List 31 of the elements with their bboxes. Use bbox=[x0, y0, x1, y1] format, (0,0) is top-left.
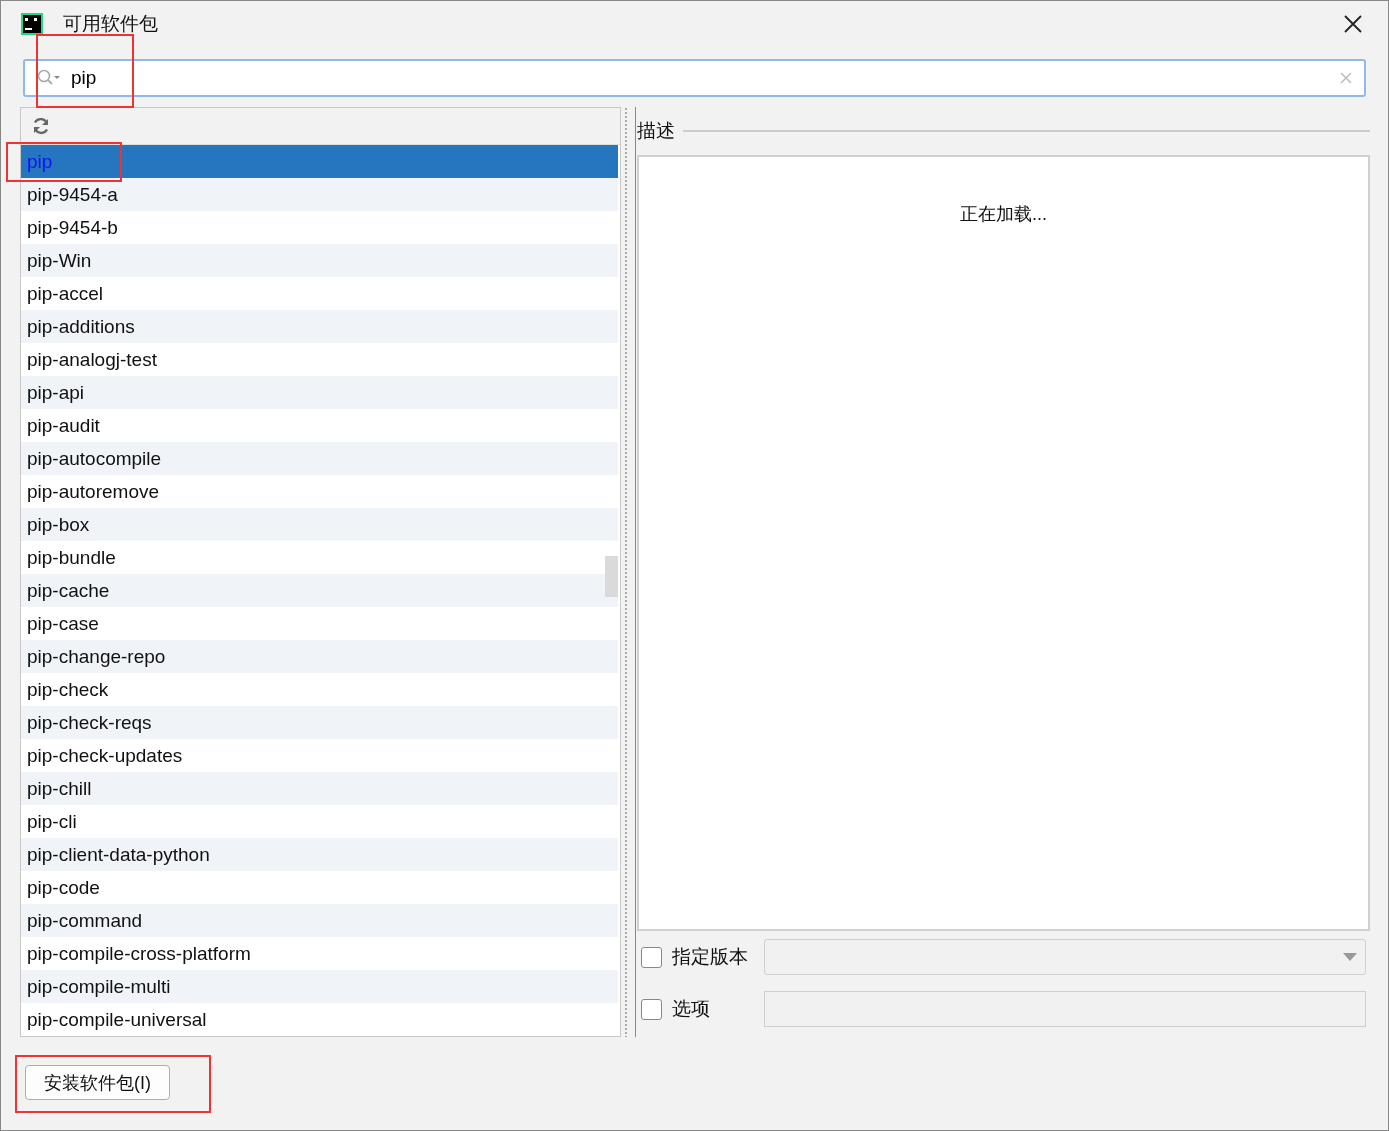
loading-text: 正在加载... bbox=[960, 203, 1047, 226]
package-item[interactable]: pip-compile-multi bbox=[21, 970, 618, 1003]
app-logo-icon bbox=[21, 13, 43, 35]
search-input[interactable]: pip bbox=[69, 66, 1332, 90]
package-item[interactable]: pip-command bbox=[21, 904, 618, 937]
option-label: 选项 bbox=[672, 997, 711, 1021]
description-heading: 描述 bbox=[637, 119, 675, 143]
package-item[interactable]: pip-change-repo bbox=[21, 640, 618, 673]
package-item[interactable]: pip-chill bbox=[21, 772, 618, 805]
install-button[interactable]: 安装软件包(I) bbox=[25, 1065, 170, 1100]
refresh-icon[interactable] bbox=[31, 116, 51, 136]
checkbox[interactable] bbox=[641, 946, 662, 968]
checkbox[interactable] bbox=[641, 998, 662, 1020]
options-field[interactable] bbox=[764, 991, 1366, 1027]
clear-icon[interactable] bbox=[1340, 72, 1352, 84]
option-label: 指定版本 bbox=[672, 945, 749, 969]
caret-icon bbox=[1343, 953, 1357, 961]
search-icon bbox=[37, 69, 61, 87]
close-icon bbox=[1344, 15, 1362, 33]
package-item[interactable]: pip-box bbox=[21, 508, 618, 541]
search-field[interactable]: pip bbox=[23, 59, 1366, 97]
package-item[interactable]: pip-9454-a bbox=[21, 178, 618, 211]
package-item[interactable]: pip-autocompile bbox=[21, 442, 618, 475]
package-item[interactable]: pip-api bbox=[21, 376, 618, 409]
window-title: 可用软件包 bbox=[63, 12, 159, 36]
package-item[interactable]: pip-Win bbox=[21, 244, 618, 277]
package-item[interactable]: pip-client-data-python bbox=[21, 838, 618, 871]
scrollbar-thumb[interactable] bbox=[605, 556, 618, 597]
package-item[interactable]: pip-check-reqs bbox=[21, 706, 618, 739]
package-item[interactable]: pip-additions bbox=[21, 310, 618, 343]
package-item[interactable]: pip-cache bbox=[21, 574, 618, 607]
